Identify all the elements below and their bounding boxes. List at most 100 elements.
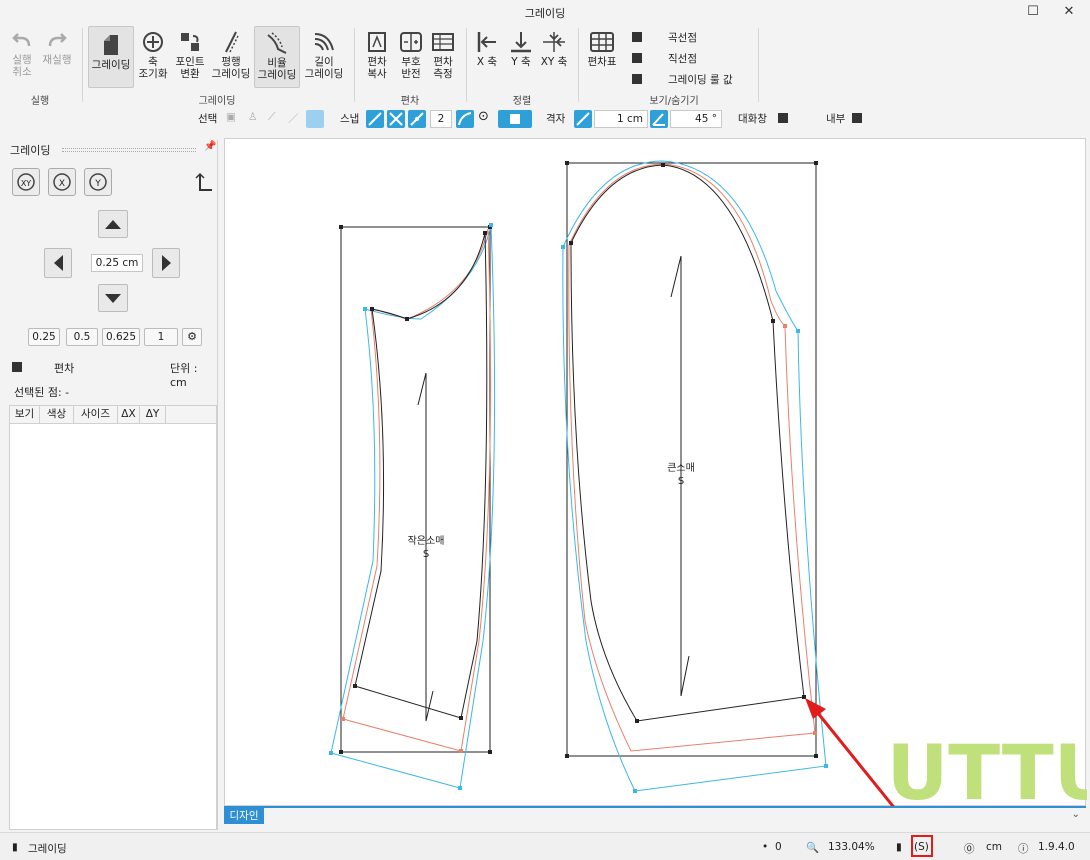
x-axis-align-button[interactable]: X 축: [472, 30, 502, 68]
snap-midpoint-icon[interactable]: [408, 110, 426, 128]
separator: [82, 28, 83, 102]
move-up-button[interactable]: [98, 210, 128, 238]
point-select-icon[interactable]: ⟋: [268, 111, 275, 124]
move-down-button[interactable]: [98, 284, 128, 312]
group-label-grading: 그레이딩: [198, 96, 236, 107]
preset-button[interactable]: 0.5: [66, 328, 98, 346]
column-header[interactable]: 색상: [40, 406, 74, 423]
sign-flip-button[interactable]: 부호 반전: [396, 30, 426, 80]
grading-panel: 그레이딩 📌 XY X Y 0.25 cm 0.25 0.5 0.625 1 ⚙…: [4, 140, 218, 830]
deviation-checkbox[interactable]: [12, 362, 22, 372]
s-marker: S: [423, 549, 429, 560]
unit-value[interactable]: cm: [986, 841, 1002, 853]
axis-reset-button[interactable]: 축 조기화: [136, 30, 170, 80]
separator: [758, 28, 759, 102]
deviation-measure-button[interactable]: 편차 측정: [428, 30, 458, 80]
chevron-down-icon[interactable]: ⌄: [1072, 809, 1080, 820]
point-convert-button[interactable]: 포인트 변환: [172, 30, 208, 80]
gear-icon[interactable]: ⚙: [182, 328, 202, 346]
undo-label-2: 취소: [12, 66, 32, 78]
column-header[interactable]: ΔX: [118, 406, 140, 423]
show-curve-points-label: 곡선점: [668, 32, 697, 44]
piece-select-icon[interactable]: ♙: [248, 111, 257, 123]
axis-reset-label-2: 조기화: [138, 68, 168, 80]
svg-text:Y: Y: [94, 179, 101, 189]
move-right-button[interactable]: [152, 248, 180, 278]
close-button[interactable]: ✕: [1054, 2, 1084, 22]
grid-label: 격자: [546, 113, 566, 125]
angle-icon[interactable]: [650, 110, 668, 128]
move-left-button[interactable]: [44, 248, 72, 278]
show-straight-points-checkbox[interactable]: 직선점: [632, 51, 697, 66]
grid-size-input[interactable]: 1 cm: [594, 110, 648, 128]
tab-design[interactable]: 디자인: [224, 808, 264, 824]
column-header[interactable]: ΔY: [140, 406, 166, 423]
snap-intersection-icon[interactable]: [387, 110, 405, 128]
large-sleeve-piece[interactable]: 큰소매 S: [561, 160, 828, 793]
show-curve-points-checkbox[interactable]: 곡선점: [632, 30, 697, 45]
redo-button[interactable]: 재실행: [40, 32, 74, 66]
point-count: 0: [775, 841, 782, 853]
ratio-grading-icon: [267, 32, 287, 54]
deviation-table-label: 편차표: [587, 56, 617, 68]
y-flip-button[interactable]: Y: [84, 168, 112, 196]
point-convert-label: 포인트: [175, 56, 205, 68]
ratio-grading-button[interactable]: 비율 그레이딩: [254, 26, 300, 88]
parallel-grading-icon: [225, 31, 239, 53]
pattern-canvas[interactable]: 작은소매 S 큰소매 S UTTU: [224, 138, 1087, 807]
point-count-icon: •: [762, 841, 769, 853]
pin-icon[interactable]: 📌: [204, 141, 216, 152]
column-header[interactable]: 보기: [10, 406, 40, 423]
deviation-table: 보기 색상 사이즈 ΔX ΔY: [9, 405, 217, 830]
point-convert-icon: [181, 33, 199, 51]
dialog-checkbox[interactable]: [778, 113, 788, 123]
svg-text:X: X: [59, 179, 65, 189]
size-icon: ▮: [896, 841, 902, 853]
title-bar: 그레이딩 ☐ ✕: [0, 0, 1090, 24]
grading-icon: [104, 35, 118, 55]
xy-axis-align-icon: [543, 32, 565, 52]
xy-axis-align-button[interactable]: XY 축: [538, 30, 570, 68]
grid-toggle-icon[interactable]: [574, 110, 592, 128]
parallel-grading-button[interactable]: 평행 그레이딩: [210, 30, 252, 80]
axis-orientation-icon[interactable]: [190, 170, 214, 197]
panel-grip[interactable]: [62, 148, 196, 152]
maximize-button[interactable]: ☐: [1018, 2, 1048, 22]
sign-flip-label-2: 반전: [401, 68, 421, 80]
column-header[interactable]: 사이즈: [74, 406, 118, 423]
undo-button[interactable]: 실행 취소: [6, 32, 38, 78]
x-flip-button[interactable]: X: [48, 168, 76, 196]
step-value-input[interactable]: 0.25 cm: [91, 254, 143, 272]
selected-point-label: 선택된 점: -: [14, 386, 70, 399]
preset-button[interactable]: 0.25: [28, 328, 60, 346]
snap-label: 스냅: [340, 113, 360, 125]
snap-tangent-icon[interactable]: [456, 110, 474, 128]
parallel-grading-label: 평행: [221, 56, 241, 68]
zoom-level[interactable]: 133.04%: [828, 841, 875, 853]
table-header: 보기 색상 사이즈 ΔX ΔY: [10, 406, 216, 424]
x-axis-label: X 축: [476, 56, 498, 68]
xy-axis-label: XY 축: [540, 56, 568, 68]
deviation-table-button[interactable]: 편차표: [584, 30, 620, 68]
xy-flip-button[interactable]: XY: [12, 168, 40, 196]
image-select-icon[interactable]: ▣: [226, 111, 236, 123]
angle-input[interactable]: 45 °: [670, 110, 722, 128]
snap-count-input[interactable]: 2: [430, 110, 452, 128]
small-sleeve-piece[interactable]: 작은소매 S: [329, 223, 496, 790]
size-highlight-box: [911, 835, 933, 857]
snap-center-icon[interactable]: ⊙: [478, 109, 489, 124]
inside-checkbox[interactable]: [852, 113, 862, 123]
y-axis-align-button[interactable]: Y 축: [506, 30, 536, 68]
preset-button[interactable]: 1: [144, 328, 178, 346]
length-grading-button[interactable]: 길이 그레이딩: [302, 30, 346, 80]
show-grading-rule-checkbox[interactable]: 그레이딩 룰 값: [632, 72, 733, 87]
cursor-select-icon[interactable]: [306, 110, 324, 128]
snap-line-icon[interactable]: [366, 110, 384, 128]
line-select-icon[interactable]: ／: [288, 111, 299, 126]
grading-button[interactable]: 그레이딩: [88, 26, 134, 88]
zoom-icon: 🔍: [806, 842, 820, 854]
axis-reset-icon: [143, 32, 163, 52]
preset-button[interactable]: 0.625: [102, 328, 140, 346]
deviation-copy-button[interactable]: 편차 복사: [360, 30, 394, 80]
snap-toggle[interactable]: [498, 110, 532, 128]
